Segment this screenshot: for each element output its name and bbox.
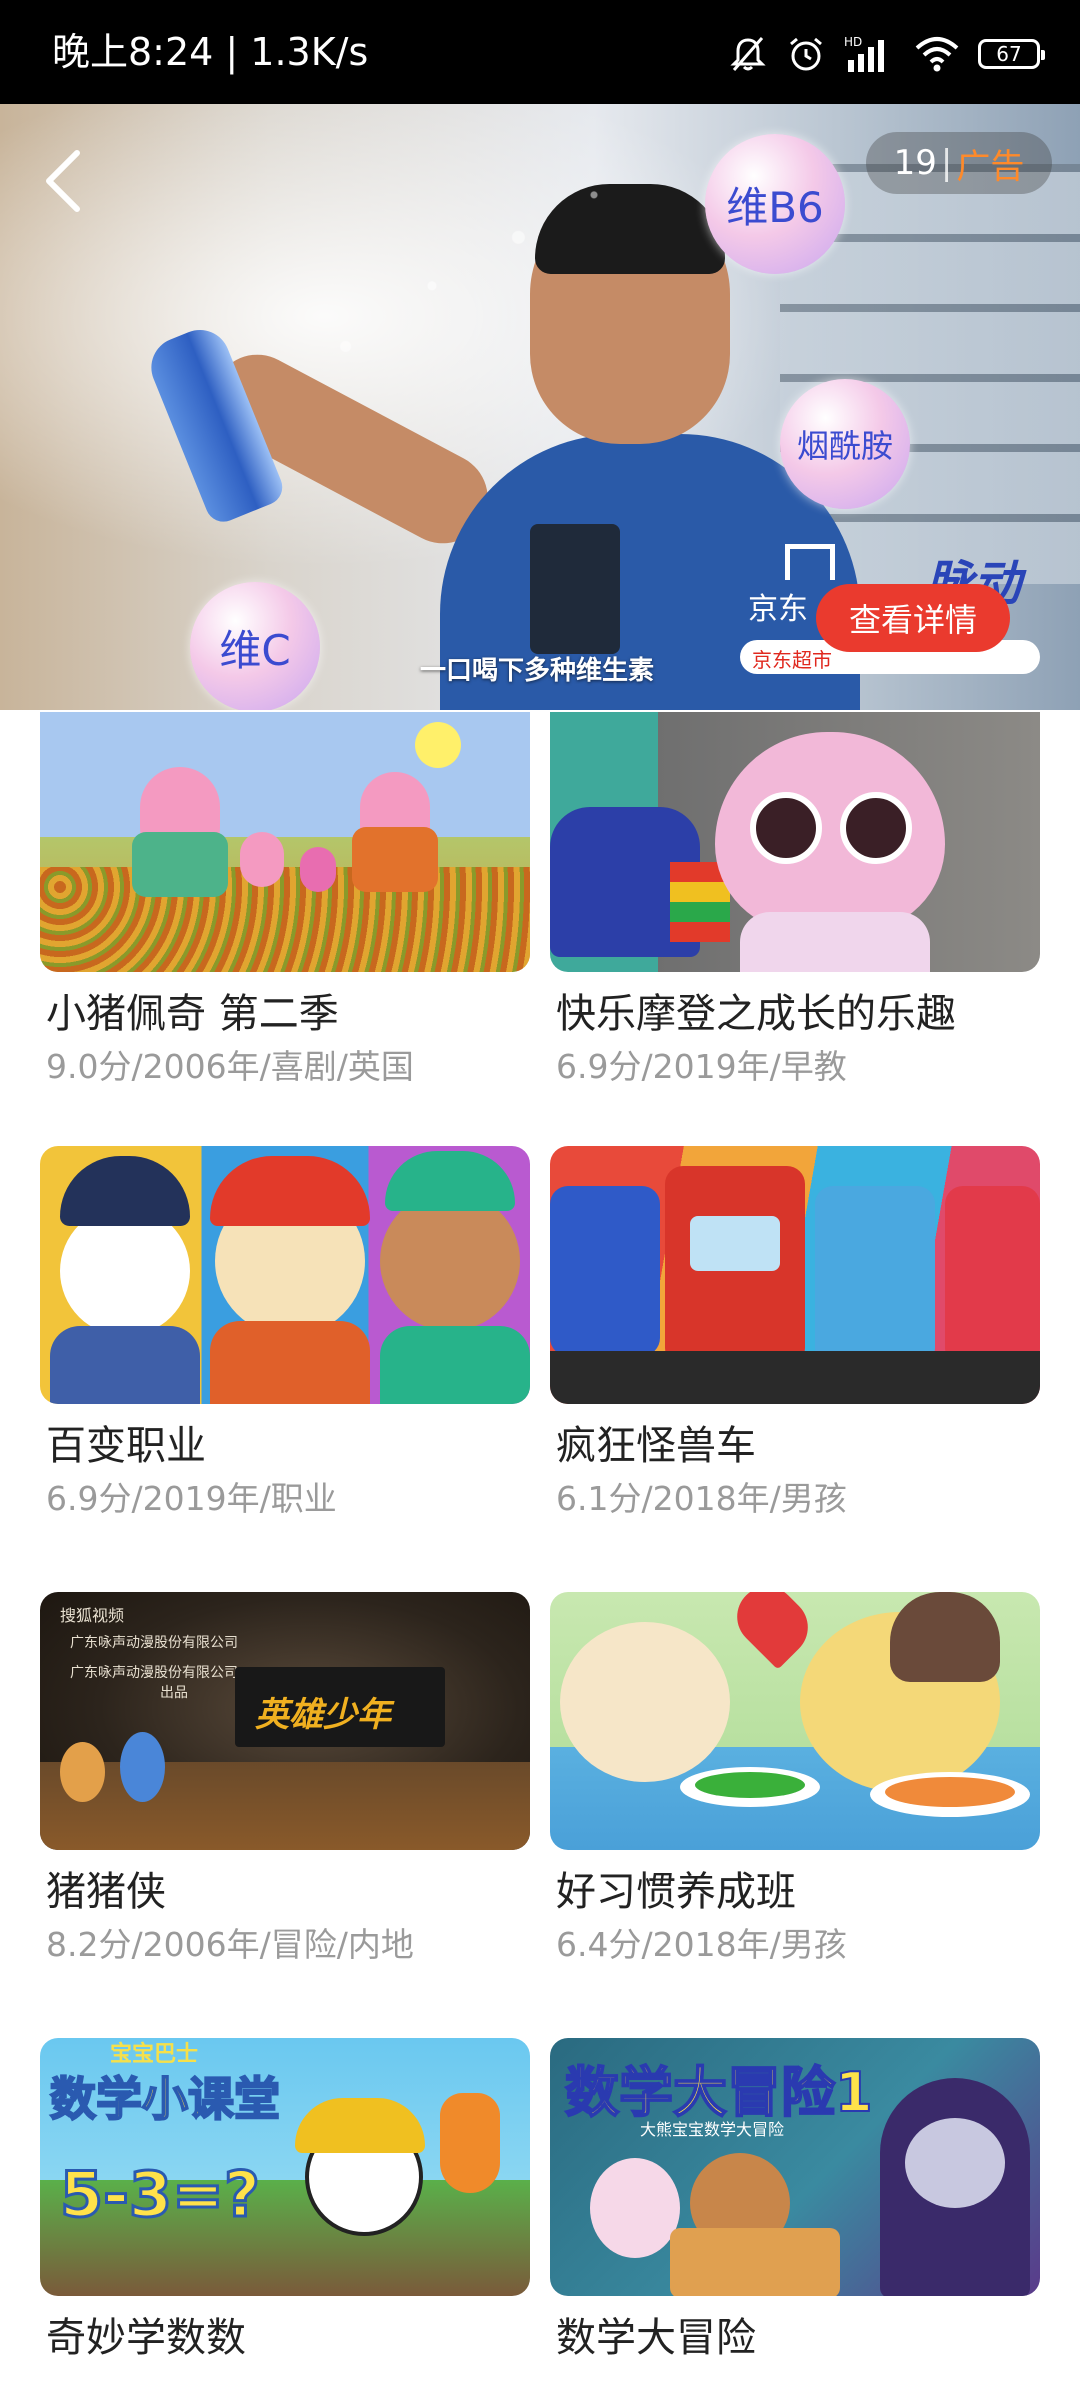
floor-art <box>40 1762 530 1850</box>
show-thumbnail[interactable] <box>550 1146 1040 1404</box>
kitten-art <box>560 1622 730 1782</box>
blue-truck-art <box>550 1186 660 1356</box>
kitten-eye-art <box>750 792 822 864</box>
status-bar: 晚上8:24 | 1.3K/s HD 67 <box>0 0 1080 104</box>
kitten-body-art <box>740 912 930 972</box>
show-meta: 6.4分/2018年/男孩 <box>556 1925 847 1964</box>
pink-truck-art <box>945 1186 1040 1366</box>
producer-text: 广东咏声动漫股份有限公司 <box>70 1665 238 1681</box>
ad-banner[interactable]: 维B6 烟酰胺 维C 一口喝下多种维生素 京东 脉动 京东超市 19 | 广告 … <box>0 104 1080 710</box>
show-title[interactable]: 快乐摩登之成长的乐趣 <box>550 986 1040 1042</box>
kitten-ear-art <box>890 1592 1000 1682</box>
show-meta: 9.0分/2006年/喜剧/英国 <box>46 1047 414 1086</box>
ad-store-label: 京东超市 <box>752 648 832 672</box>
vitamin-b6-bubble: 维B6 <box>705 134 845 274</box>
battery-icon: 67 <box>978 39 1045 69</box>
ad-countdown-separator: | <box>940 143 953 183</box>
show-meta: 6.1分/2018年/男孩 <box>556 1479 847 1518</box>
show-thumbnail[interactable] <box>550 712 1040 972</box>
show-card[interactable]: 宝宝巴士 数学小课堂 5-3=? 奇妙学数数 <box>40 2038 530 2368</box>
show-title[interactable]: 好习惯养成班 <box>550 1864 1040 1920</box>
status-time-speed: 晚上8:24 | 1.3K/s <box>52 30 369 74</box>
produced-by-text: 出品 <box>160 1685 188 1701</box>
niacinamide-bubble: 烟酰胺 <box>780 379 910 509</box>
svg-text:HD: HD <box>844 35 862 49</box>
wizard-face-art <box>905 2118 1005 2208</box>
show-title[interactable]: 疯狂怪兽车 <box>550 1418 1040 1474</box>
hardhat-art <box>295 2098 425 2153</box>
jd-logo-icon <box>785 544 835 580</box>
peas-art <box>695 1772 805 1798</box>
windshield-art <box>690 1216 780 1271</box>
wifi-icon <box>914 34 960 74</box>
show-thumbnail[interactable] <box>550 1592 1040 1850</box>
monkey-art <box>380 1191 520 1331</box>
status-icons: HD 67 <box>728 34 1045 74</box>
equation-text: 5-3=? <box>59 2157 262 2233</box>
show-subtitle-text: 大熊宝宝数学大冒险 <box>640 2120 785 2139</box>
police-uniform-art <box>50 1326 200 1404</box>
show-card[interactable]: 百变职业 6.9分/2019年/职业 <box>40 1146 530 1522</box>
show-title[interactable]: 数学大冒险 <box>550 2310 1040 2366</box>
ad-countdown-badge[interactable]: 19 | 广告 <box>866 132 1052 194</box>
view-details-button[interactable]: 查看详情 <box>816 584 1010 652</box>
show-thumbnail[interactable] <box>40 1146 530 1404</box>
show-card[interactable]: 快乐摩登之成长的乐趣 6.9分/2019年/早教 <box>550 712 1040 1090</box>
light-blue-truck-art <box>815 1186 935 1366</box>
kitten-eye-art <box>840 792 912 864</box>
show-thumbnail[interactable] <box>40 712 530 972</box>
vitamin-c-bubble: 维C <box>190 582 320 710</box>
sohu-logo: 搜狐视频 <box>60 1606 125 1625</box>
show-card[interactable]: 数学大冒险1 大熊宝宝数学大冒险 数学大冒险 <box>550 2038 1040 2368</box>
fire-helmet-art <box>210 1156 370 1226</box>
ad-label: 广告 <box>956 146 1025 187</box>
producer-text: 广东咏声动漫股份有限公司 <box>70 1635 238 1651</box>
show-meta: 8.2分/2006年/冒险/内地 <box>46 1925 414 1964</box>
piglet-art <box>300 847 336 892</box>
pig-coat-art <box>352 827 438 892</box>
doctor-coat-art <box>380 1326 530 1404</box>
show-title[interactable]: 小猪佩奇 第二季 <box>40 986 530 1042</box>
show-card[interactable]: 好习惯养成班 6.4分/2018年/男孩 <box>550 1592 1040 1968</box>
chevron-left-icon <box>46 150 80 212</box>
police-hat-art <box>60 1156 190 1226</box>
show-card[interactable]: 疯狂怪兽车 6.1分/2018年/男孩 <box>550 1146 1040 1522</box>
show-meta: 6.9分/2019年/早教 <box>556 1047 847 1086</box>
back-button[interactable] <box>36 144 90 218</box>
show-logo-text: 数学小课堂 <box>49 2071 281 2127</box>
bunny-art <box>590 2158 680 2258</box>
show-title[interactable]: 百变职业 <box>40 1418 530 1474</box>
show-card[interactable]: 搜狐视频 广东咏声动漫股份有限公司 广东咏声动漫股份有限公司 出品 英雄少年 猪… <box>40 1592 530 1968</box>
show-logo-text: 英雄少年 <box>255 1695 391 1735</box>
pig-coat-art <box>132 832 228 897</box>
heart-icon <box>724 1592 821 1670</box>
carrot-art <box>440 2093 500 2193</box>
show-title[interactable]: 奇妙学数数 <box>40 2310 530 2366</box>
ad-brand-name: 京东 <box>748 592 808 627</box>
sun-art <box>415 722 461 768</box>
ad-slogan: 一口喝下多种维生素 <box>420 656 655 686</box>
leaves-art <box>40 867 530 972</box>
alarm-icon <box>786 34 826 74</box>
show-title[interactable]: 猪猪侠 <box>40 1864 530 1920</box>
firefighter-suit-art <box>210 1321 370 1404</box>
character-art <box>60 1742 105 1802</box>
character-art <box>120 1732 165 1802</box>
signal-icon: HD <box>844 34 896 74</box>
battery-level: 67 <box>996 42 1022 66</box>
show-thumbnail[interactable]: 宝宝巴士 数学小课堂 5-3=? <box>40 2038 530 2296</box>
show-thumbnail[interactable]: 搜狐视频 广东咏声动漫股份有限公司 广东咏声动漫股份有限公司 出品 英雄少年 <box>40 1592 530 1850</box>
ad-countdown-seconds: 19 <box>893 143 937 183</box>
show-card[interactable]: 小猪佩奇 第二季 9.0分/2006年/喜剧/英国 <box>40 712 530 1090</box>
piglet-art <box>240 832 284 887</box>
show-meta: 6.9分/2019年/职业 <box>46 1479 337 1518</box>
doctor-cap-art <box>385 1151 515 1211</box>
mute-icon <box>728 34 768 74</box>
show-thumbnail[interactable]: 数学大冒险1 大熊宝宝数学大冒险 <box>550 2038 1040 2296</box>
carrots-art <box>885 1777 1015 1807</box>
box-art <box>670 2228 840 2296</box>
tires-art <box>550 1351 1040 1404</box>
